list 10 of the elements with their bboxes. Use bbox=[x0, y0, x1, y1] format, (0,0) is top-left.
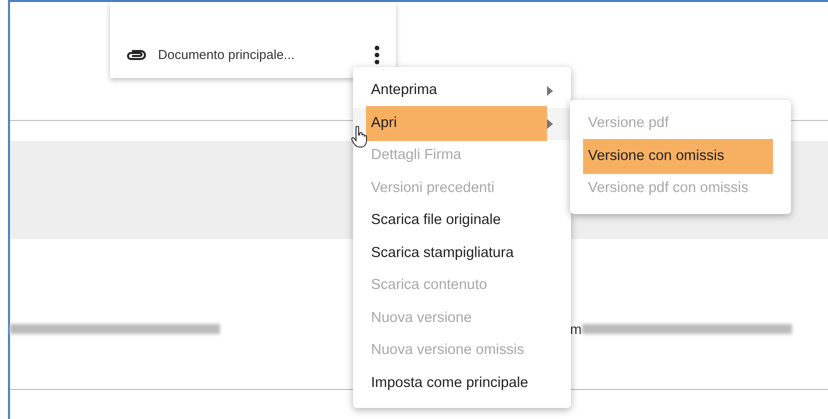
menu-item[interactable]: Imposta come principale bbox=[353, 368, 571, 400]
submenu-arrow-icon bbox=[547, 118, 553, 129]
menu-item[interactable]: Scarica file originale bbox=[353, 205, 571, 238]
more-options-icon[interactable] bbox=[374, 45, 380, 65]
filename[interactable]: Documento principale... bbox=[158, 45, 362, 65]
submenu-arrow-icon bbox=[547, 86, 553, 96]
menu-item[interactable]: Anteprima bbox=[353, 75, 571, 108]
menu-item[interactable]: Scarica stampigliatura bbox=[353, 238, 571, 270]
table-cell-text: m bbox=[570, 320, 582, 338]
paperclip-icon bbox=[126, 49, 146, 61]
